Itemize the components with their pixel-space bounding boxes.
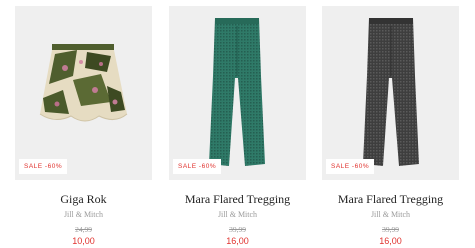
product-title[interactable]: Mara Flared Tregging	[322, 192, 459, 207]
product-brand: Jill & Mitch	[63, 210, 104, 219]
grey-trousers-illustration	[363, 18, 419, 166]
product-image-skirt[interactable]: SALE -60%	[15, 6, 152, 180]
original-price: 24,99	[75, 225, 92, 234]
product-card[interactable]: SALE -60% Mara Flared Tregging Jill & Mi…	[169, 6, 306, 246]
sale-badge: SALE -60%	[19, 159, 68, 174]
sale-price: 16,00	[226, 236, 249, 246]
product-title[interactable]: Giga Rok	[15, 192, 152, 207]
product-card[interactable]: SALE -60% Giga Rok Jill & Mitch 24,99 10…	[15, 6, 152, 246]
green-trousers-illustration	[209, 18, 265, 166]
product-grid: SALE -60% Giga Rok Jill & Mitch 24,99 10…	[15, 6, 463, 246]
product-brand: Jill & Mitch	[370, 210, 411, 219]
sale-price: 10,00	[72, 236, 95, 246]
product-image-grey-trousers[interactable]: SALE -60%	[322, 6, 459, 180]
product-image-green-trousers[interactable]: SALE -60%	[169, 6, 306, 180]
skirt-illustration	[39, 44, 128, 122]
original-price: 39,99	[229, 225, 246, 234]
sale-price: 16,00	[379, 236, 402, 246]
sale-badge: SALE -60%	[326, 159, 375, 174]
original-price: 39,99	[382, 225, 399, 234]
product-card[interactable]: SALE -60% Mara Flared Tregging Jill & Mi…	[322, 6, 459, 246]
sale-badge: SALE -60%	[173, 159, 222, 174]
product-brand: Jill & Mitch	[217, 210, 258, 219]
product-title[interactable]: Mara Flared Tregging	[169, 192, 306, 207]
